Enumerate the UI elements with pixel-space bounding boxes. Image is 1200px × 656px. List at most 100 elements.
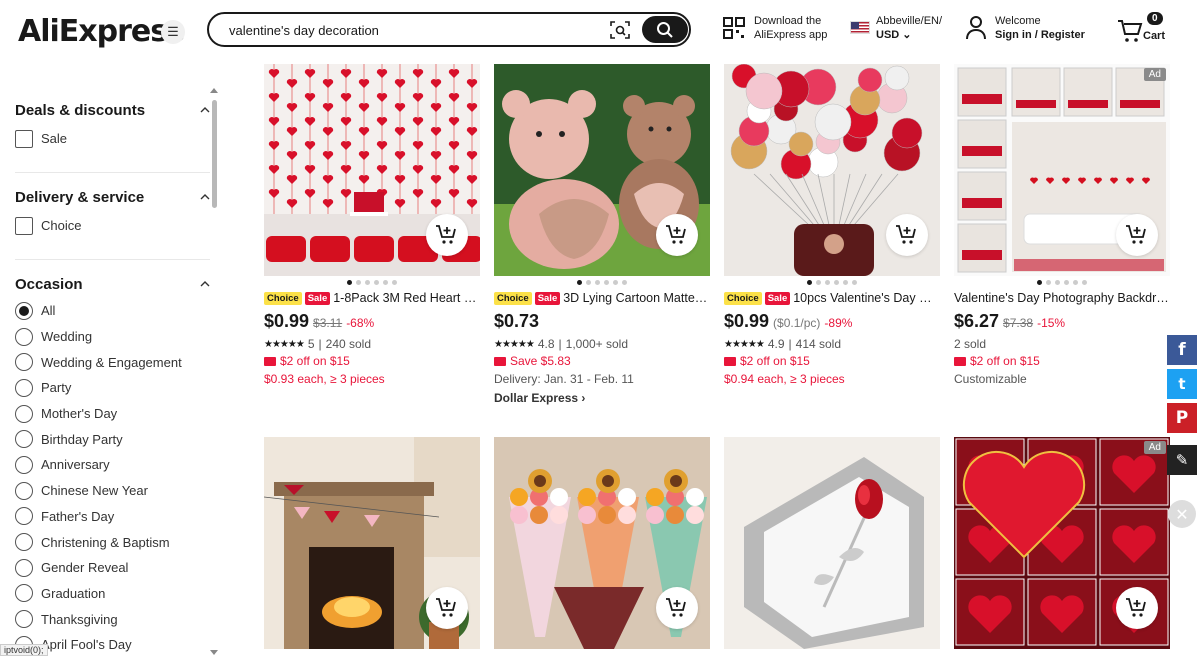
- twitter-icon[interactable]: t: [1167, 369, 1197, 399]
- product-image[interactable]: [494, 64, 710, 276]
- product-title-row[interactable]: Valentine's Day Photography Backdrop: [954, 290, 1170, 306]
- product-card[interactable]: [494, 437, 710, 649]
- account-menu[interactable]: Welcome Sign in / Register: [965, 14, 1085, 42]
- scroll-up-arrow[interactable]: [210, 88, 218, 93]
- occasion-option[interactable]: Christening & Baptism: [15, 529, 210, 555]
- checkbox[interactable]: [15, 216, 33, 235]
- occasion-option[interactable]: Birthday Party: [15, 426, 210, 452]
- product-card[interactable]: ChoiceSale1-8Pack 3M Red Heart Garland P…: [264, 64, 480, 388]
- cart-label: Cart: [1143, 30, 1166, 42]
- filter-option-choice[interactable]: Choice: [15, 213, 210, 239]
- radio-button[interactable]: [15, 301, 33, 320]
- radio-button[interactable]: [15, 481, 33, 500]
- radio-button[interactable]: [15, 353, 33, 372]
- pen-icon[interactable]: ✎: [1167, 445, 1197, 475]
- close-icon[interactable]: ✕: [1168, 500, 1196, 528]
- occasion-option[interactable]: Party: [15, 375, 210, 401]
- radio-button[interactable]: [15, 455, 33, 474]
- add-to-cart-button[interactable]: [886, 214, 928, 256]
- checkbox[interactable]: [15, 129, 33, 148]
- product-image[interactable]: Ad: [954, 64, 1170, 276]
- menu-icon[interactable]: ☰: [161, 20, 185, 44]
- add-to-cart-button[interactable]: [426, 214, 468, 256]
- product-title-row[interactable]: ChoiceSale1-8Pack 3M Red Heart Garland P…: [264, 290, 480, 306]
- occasion-option[interactable]: Thanksgiving: [15, 606, 210, 632]
- radio-button[interactable]: [15, 430, 33, 449]
- product-card[interactable]: Ad Valentine's Day Photography Backdrop $6…: [954, 64, 1170, 388]
- radio-button[interactable]: [15, 610, 33, 629]
- occasion-list: All Wedding Wedding & Engagement Party Mothe…: [15, 298, 210, 656]
- radio-button[interactable]: [15, 507, 33, 526]
- image-carousel-dots[interactable]: [724, 280, 940, 286]
- cart-button[interactable]: 0 Cart: [1117, 12, 1177, 46]
- filter-option-sale[interactable]: Sale: [15, 126, 210, 152]
- product-image[interactable]: [264, 437, 480, 649]
- product-title-row[interactable]: ChoiceSale3D Lying Cartoon Matte Bear Ba…: [494, 290, 710, 306]
- product-title[interactable]: Valentine's Day Photography Backdrop: [954, 291, 1170, 305]
- product-image[interactable]: [264, 64, 480, 276]
- radio-button[interactable]: [15, 404, 33, 423]
- discount: -15%: [1037, 316, 1066, 330]
- download-app[interactable]: Download the AliExpress app: [722, 14, 827, 42]
- occasion-option[interactable]: Wedding: [15, 324, 210, 350]
- product-card[interactable]: ChoiceSale10pcs Valentine's Day Heart Ba…: [724, 64, 940, 388]
- image-carousel-dots[interactable]: [494, 280, 710, 286]
- occasion-option[interactable]: Graduation: [15, 581, 210, 607]
- rating-value: 4.8: [537, 337, 555, 351]
- occasion-option[interactable]: Wedding & Engagement: [15, 349, 210, 375]
- product-title[interactable]: 10pcs Valentine's Day Heart Balloons: [793, 291, 940, 305]
- product-title[interactable]: 3D Lying Cartoon Matte Bear Balloon: [563, 291, 710, 305]
- add-to-cart-button[interactable]: [1116, 587, 1158, 629]
- radio-button[interactable]: [15, 558, 33, 577]
- radio-button[interactable]: [15, 584, 33, 603]
- add-to-cart-button[interactable]: [426, 587, 468, 629]
- sidebar-scrollbar[interactable]: [212, 100, 217, 208]
- dollar-express-link[interactable]: Dollar Express ›: [494, 388, 710, 408]
- scroll-down-arrow[interactable]: [210, 650, 218, 655]
- product-image[interactable]: [724, 437, 940, 649]
- occasion-option[interactable]: Gender Reveal: [15, 555, 210, 581]
- add-to-cart-button[interactable]: [656, 587, 698, 629]
- add-to-cart-button[interactable]: [656, 214, 698, 256]
- option-label: Anniversary: [41, 457, 110, 473]
- product-title-row[interactable]: ChoiceSale10pcs Valentine's Day Heart Ba…: [724, 290, 940, 306]
- promo-line: $2 off on $15: [954, 352, 1170, 370]
- product-image[interactable]: [494, 437, 710, 649]
- occasion-option[interactable]: Father's Day: [15, 504, 210, 530]
- promo-text: $2 off on $15: [970, 354, 1040, 368]
- add-to-cart-button[interactable]: [1116, 214, 1158, 256]
- occasion-option[interactable]: Chinese New Year: [15, 478, 210, 504]
- product-image[interactable]: Ad: [954, 437, 1170, 649]
- filter-sidebar: Deals & discounts Sale Delivery & servic…: [0, 62, 222, 656]
- product-card[interactable]: Ad: [954, 437, 1170, 649]
- rating-row: ★★★★★ 4.9 | 414 sold: [724, 337, 842, 351]
- radio-button[interactable]: [15, 327, 33, 346]
- region-selector[interactable]: Abbeville/EN/ USD ⌄: [850, 14, 942, 42]
- search-input[interactable]: [229, 20, 589, 40]
- aliexpress-logo[interactable]: AliExpress: [18, 14, 185, 49]
- image-carousel-dots[interactable]: [264, 280, 480, 286]
- add-to-cart-icon: [896, 225, 916, 244]
- product-card[interactable]: [264, 437, 480, 649]
- delivery-filter-header[interactable]: Delivery & service: [15, 187, 210, 207]
- product-card[interactable]: ChoiceSale3D Lying Cartoon Matte Bear Ba…: [494, 64, 710, 408]
- occasion-option[interactable]: All: [15, 298, 210, 324]
- divider: [15, 259, 210, 260]
- occasion-filter-header[interactable]: Occasion: [15, 274, 210, 294]
- scan-icon[interactable]: [609, 19, 631, 41]
- sign-in-link[interactable]: Sign in / Register: [995, 28, 1085, 42]
- pinterest-icon[interactable]: P: [1167, 403, 1197, 433]
- deals-filter-header[interactable]: Deals & discounts: [15, 100, 210, 120]
- occasion-option[interactable]: Anniversary: [15, 452, 210, 478]
- search-button[interactable]: [642, 16, 688, 43]
- radio-button[interactable]: [15, 378, 33, 397]
- image-carousel-dots[interactable]: [954, 280, 1170, 286]
- occasion-option[interactable]: Mother's Day: [15, 401, 210, 427]
- sold-count: 240 sold: [325, 337, 372, 351]
- radio-button[interactable]: [15, 533, 33, 552]
- product-image[interactable]: [724, 64, 940, 276]
- product-title[interactable]: 1-8Pack 3M Red Heart Garland Paper Hangi…: [333, 291, 480, 305]
- facebook-icon[interactable]: f: [1167, 335, 1197, 365]
- option-label: Chinese New Year: [41, 483, 148, 499]
- product-card[interactable]: [724, 437, 940, 649]
